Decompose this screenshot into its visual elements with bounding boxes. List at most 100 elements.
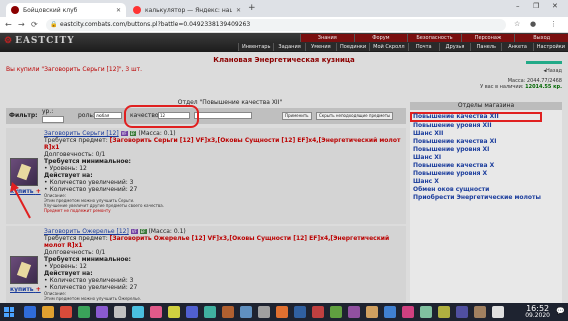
taskbar-app-icon[interactable]	[402, 306, 414, 318]
close-window-button[interactable]: ✕	[552, 2, 558, 10]
menu-item-character[interactable]: Персонаж	[460, 34, 515, 42]
taskbar-app-icon[interactable]	[78, 306, 90, 318]
taskbar-app-icon[interactable]	[24, 306, 36, 318]
menu-item-mail[interactable]: Почта	[407, 43, 439, 51]
add-icon[interactable]: +	[36, 286, 41, 293]
acts-2: • Количество увеличений: 27	[44, 284, 138, 291]
profile-icon[interactable]: ●	[530, 20, 536, 28]
taskbar-app-icon[interactable]	[294, 306, 306, 318]
browser-tab-strip: Бойцовский клуб ✕ калькулятор — Яндекс: …	[0, 0, 568, 17]
taskbar-app-icon[interactable]	[168, 306, 180, 318]
taskbar-app-icon[interactable]	[438, 306, 450, 318]
section-link-chance-xi[interactable]: Шанс XI	[410, 154, 562, 162]
menu-item-forum[interactable]: Форум	[353, 34, 408, 42]
taskbar-app-icon[interactable]	[240, 306, 252, 318]
minimize-button[interactable]: –	[516, 2, 520, 10]
clock-time: 16:52	[526, 304, 550, 313]
section-link-chance-x[interactable]: Шанс X	[410, 178, 562, 186]
taskbar-app-icon[interactable]	[276, 306, 288, 318]
back-link[interactable]: Назад	[546, 68, 562, 74]
section-link-level-xi[interactable]: Повышение уровня XI	[410, 146, 562, 154]
taskbar-app-icon[interactable]	[204, 306, 216, 318]
role-select[interactable]: любая	[94, 112, 122, 119]
taskbar-app-icon[interactable]	[420, 306, 432, 318]
close-tab-icon[interactable]: ✕	[116, 7, 121, 14]
notifications-icon[interactable]: 💬	[556, 307, 565, 315]
menu-item-quests[interactable]: Задания	[273, 43, 304, 51]
section-link-quality-x[interactable]: Повышение качества X	[410, 162, 562, 170]
menu-item-knowledge[interactable]: Знания	[300, 34, 354, 42]
taskbar-app-icon[interactable]	[348, 306, 360, 318]
taskbar-app-icon[interactable]	[384, 306, 396, 318]
item-name[interactable]: Заговорить Ожерелье [12]	[44, 228, 129, 235]
taskbar-app-icon[interactable]	[366, 306, 378, 318]
acts-header: Действует на:	[44, 270, 93, 277]
hide-unsuitable-button[interactable]: Скрыть неподходящие предметы	[316, 112, 394, 120]
taskbar-app-icon[interactable]	[186, 306, 198, 318]
maximize-button[interactable]: ❐	[533, 2, 539, 10]
req-label: Требуется предмет:	[44, 137, 108, 144]
section-link-level-xii[interactable]: Повышение уровня XII	[410, 122, 562, 130]
new-tab-button[interactable]: +	[248, 3, 256, 13]
shop-item: купить + Заговорить Ожерелье [12] VF EF …	[6, 226, 406, 303]
section-link-quality-xi[interactable]: Повышение качества XI	[410, 138, 562, 146]
menu-item-security[interactable]: Безопасность	[407, 34, 461, 42]
durability: Долговечность: 0/1	[44, 151, 106, 158]
clock[interactable]: 16:52 09.2020	[525, 304, 550, 320]
taskbar-app-icon[interactable]	[312, 306, 324, 318]
lock-icon: 🔒	[50, 21, 58, 28]
money-label: У вас в наличии:	[480, 84, 524, 90]
apply-button[interactable]: Применить	[282, 112, 312, 120]
buy-link[interactable]: купить +	[10, 286, 41, 293]
acts-2: • Количество увеличений: 27	[44, 186, 138, 193]
url-field[interactable]: 🔒 eastcity.combats.com/buttons.pl?battle…	[46, 19, 506, 31]
menu-item-battles[interactable]: Поединки	[336, 43, 369, 51]
menu-item-profile[interactable]: Анкета	[501, 43, 532, 51]
taskbar-app-icon[interactable]	[474, 306, 486, 318]
back-arrow-icon[interactable]: ←	[5, 20, 12, 29]
vf-tag: VF	[130, 229, 138, 234]
close-tab-icon[interactable]: ✕	[236, 7, 241, 14]
menu-item-scroll[interactable]: Мой Скролл	[369, 43, 407, 51]
section-link-hammers[interactable]: Приобрести Энергетические молоты	[410, 194, 562, 202]
item-name[interactable]: Заговорить Серьги [12]	[44, 130, 119, 137]
menu-dots-icon[interactable]: ⋮	[550, 20, 557, 28]
section-link-quality-xii[interactable]: Повышение качества XII	[410, 112, 542, 122]
menu-item-inventory[interactable]: Инвентарь	[238, 43, 273, 51]
section-link-level-x[interactable]: Повышение уровня X	[410, 170, 562, 178]
taskbar-app-icon[interactable]	[150, 306, 162, 318]
menu-item-skills[interactable]: Умения	[304, 43, 336, 51]
taskbar-app-icon[interactable]	[330, 306, 342, 318]
role-label: роль:	[78, 112, 95, 119]
taskbar-app-icon[interactable]	[60, 306, 72, 318]
menu-item-exit[interactable]: Выход	[514, 34, 568, 42]
menu-item-friends[interactable]: Друзья	[438, 43, 470, 51]
taskbar-app-icon[interactable]	[492, 306, 504, 318]
tab-title: Бойцовский клуб	[23, 6, 78, 14]
windows-start-icon[interactable]	[4, 307, 14, 317]
browser-tab-active[interactable]: Бойцовский клуб ✕	[6, 3, 126, 17]
taskbar-app-icon[interactable]	[456, 306, 468, 318]
desc-3: Предмет не подлежит ремонту	[44, 208, 111, 213]
star-icon[interactable]: ☆	[514, 20, 520, 28]
section-link-chance-xii[interactable]: Шанс XII	[410, 130, 562, 138]
ef-tag: EF	[129, 131, 137, 136]
combats-favicon-icon	[11, 6, 19, 14]
url-text: eastcity.combats.com/buttons.pl?battle=0…	[60, 21, 251, 28]
menu-item-settings[interactable]: Настройки	[532, 43, 568, 51]
name-input[interactable]	[194, 112, 252, 119]
taskbar-app-icon[interactable]	[114, 306, 126, 318]
taskbar-app-icon[interactable]	[222, 306, 234, 318]
menu-item-panel[interactable]: Панель	[470, 43, 501, 51]
taskbar-app-icon[interactable]	[42, 306, 54, 318]
taskbar-app-icon[interactable]	[258, 306, 270, 318]
forward-arrow-icon[interactable]: →	[18, 20, 25, 29]
taskbar-app-icon[interactable]	[132, 306, 144, 318]
level-input[interactable]	[42, 116, 64, 123]
browser-tab-yandex[interactable]: калькулятор — Яндекс: нашло... ✕	[128, 3, 246, 17]
reload-icon[interactable]: ⟳	[31, 20, 38, 29]
durability: Долговечность: 0/1	[44, 249, 106, 256]
taskbar-app-icon[interactable]	[96, 306, 108, 318]
section-link-exchange[interactable]: Обмен оков сущности	[410, 186, 562, 194]
tab-title: калькулятор — Яндекс: нашло...	[145, 6, 232, 14]
